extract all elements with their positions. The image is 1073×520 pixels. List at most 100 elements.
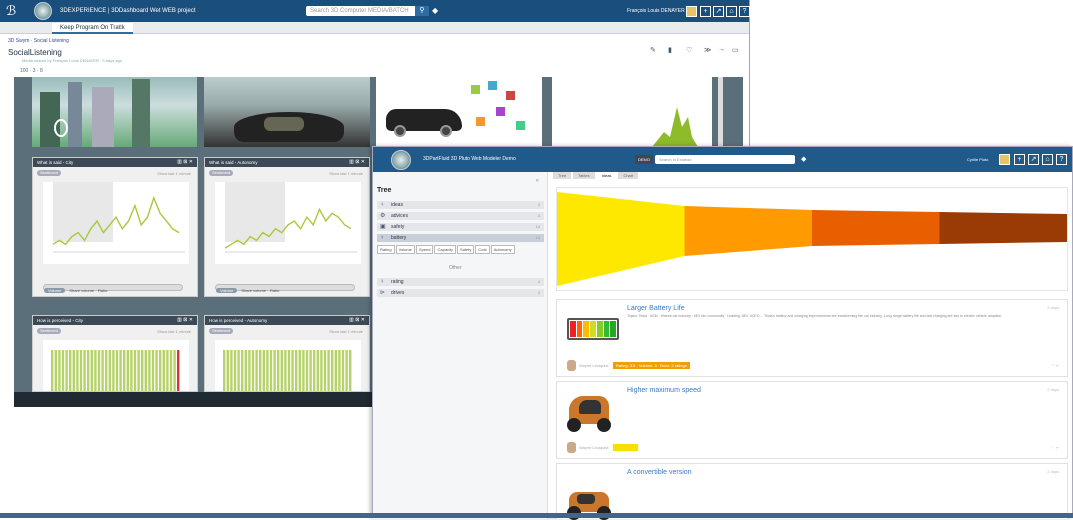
time-chip[interactable]: Show last 1 minute xyxy=(329,171,363,176)
tab-ideas[interactable]: Ideas xyxy=(596,172,617,179)
avatar[interactable] xyxy=(686,6,697,17)
chip-rating[interactable]: Rating xyxy=(377,245,395,254)
row-count: 4 xyxy=(537,290,540,295)
add-tab-button[interactable]: + xyxy=(118,23,122,30)
mini-actions[interactable]: 100 · 3 · 8 xyxy=(20,68,43,74)
breadcrumb[interactable]: 3D Swym · Social Listening xyxy=(8,38,69,44)
tree-row-rating[interactable]: ♀ rating 4 xyxy=(377,278,544,286)
card-tools-icon[interactable]: ▥ ⊠ ✕ xyxy=(349,316,365,325)
card-tools-icon[interactable]: ▥ ⊠ ✕ xyxy=(177,316,193,325)
comment-icon[interactable]: ▭ xyxy=(732,46,739,54)
idea-post[interactable]: Higher maximum speed 2 days Wayne Lindqu… xyxy=(556,381,1068,459)
bar-plot xyxy=(215,340,361,391)
share-icon[interactable]: → xyxy=(718,46,725,53)
compass-icon[interactable] xyxy=(34,2,52,20)
funnel-segment[interactable] xyxy=(812,210,940,246)
bookmark-icon[interactable]: ♡ xyxy=(686,46,692,54)
bar xyxy=(244,350,247,391)
row-label: ideas xyxy=(391,202,403,208)
sentiment-pill[interactable]: Sentiment xyxy=(209,170,234,176)
chip-safety[interactable]: Safety xyxy=(457,245,475,254)
tree-row-drives[interactable]: ⊳ drives 4 xyxy=(377,289,544,297)
compass-icon[interactable] xyxy=(391,150,411,170)
control-volume[interactable]: Volume xyxy=(44,288,66,293)
share-icon[interactable]: ↗ xyxy=(713,6,724,17)
edit-icon[interactable]: ✎ xyxy=(650,46,656,54)
bar xyxy=(331,350,334,391)
tab-tables[interactable]: Tables xyxy=(573,172,595,179)
author-name[interactable]: Wayne Lindquist xyxy=(579,445,608,450)
view-controls[interactable]: Volume Share volume Ratio xyxy=(215,284,355,293)
scrollbar[interactable] xyxy=(718,77,723,147)
tree-row-advices[interactable]: ⚙ advices 3 xyxy=(377,212,544,220)
share-icon[interactable]: ↗ xyxy=(1028,154,1039,165)
idea-post[interactable]: Larger Battery Life 2 days Topics: Tesla… xyxy=(556,299,1068,377)
chip-speed[interactable]: Speed xyxy=(415,245,434,254)
funnel-segment[interactable] xyxy=(939,212,1068,244)
card-tools-icon[interactable]: ▥ ⊠ ✕ xyxy=(349,158,365,167)
search-scope-badge[interactable]: DEMO xyxy=(635,155,653,164)
sentiment-pill[interactable]: Sentiment xyxy=(37,170,62,176)
tag-icon[interactable]: ◆ xyxy=(432,6,438,15)
control-ratio[interactable]: Ratio xyxy=(270,288,279,293)
tree-row-ideas[interactable]: ♀ ideas 4 xyxy=(377,201,544,209)
search-button[interactable]: ⚲ xyxy=(415,6,429,16)
post-title[interactable]: A convertible version xyxy=(627,469,692,476)
home-icon[interactable]: ⌂ xyxy=(1042,154,1053,165)
chip-autonomy[interactable]: Autonomy xyxy=(490,245,515,254)
funnel-segment[interactable] xyxy=(684,206,813,256)
author-avatar[interactable] xyxy=(567,360,576,371)
bar xyxy=(298,350,301,391)
sentiment-pill[interactable]: Sentiment xyxy=(37,328,62,334)
bar xyxy=(94,350,97,391)
time-chip[interactable]: Show last 1 minute xyxy=(157,329,191,334)
like-icon[interactable]: ♡ ↩ xyxy=(1051,445,1059,450)
search-input[interactable]: Search 3D Computer MEDIA/BATCH xyxy=(306,6,423,16)
add-icon[interactable]: + xyxy=(1014,154,1025,165)
delete-icon[interactable]: ▮ xyxy=(668,46,672,54)
author-avatar[interactable] xyxy=(567,442,576,453)
collapse-icon[interactable]: « xyxy=(536,178,539,184)
sentiment-pill[interactable]: Sentiment xyxy=(209,328,234,334)
bar xyxy=(284,350,287,391)
author-name[interactable]: Wayne Lindquist xyxy=(579,363,608,368)
home-icon[interactable]: ⌂ xyxy=(726,6,737,17)
chip-cost[interactable]: Cost xyxy=(475,245,490,254)
bar xyxy=(79,350,83,391)
front-search-input[interactable]: Search in Exalead xyxy=(655,155,795,164)
front-user-name[interactable]: Cyrille Pluto xyxy=(967,157,988,162)
user-name[interactable]: François Louis DENAYER xyxy=(627,8,685,14)
card-what-said-city: What is said - City ▥ ⊠ ✕ Sentiment Show … xyxy=(32,157,198,297)
post-title[interactable]: Larger Battery Life xyxy=(627,305,685,312)
tree-row-safety[interactable]: ▣ safety 14 xyxy=(377,223,544,231)
view-controls[interactable]: Volume Share volume Ratio xyxy=(43,284,183,293)
time-chip[interactable]: Show last 1 minute xyxy=(157,171,191,176)
tag-icon[interactable]: ◆ xyxy=(801,155,806,163)
tab-tree[interactable]: Tree xyxy=(553,172,572,179)
add-icon[interactable]: + xyxy=(700,6,711,17)
tree-row-battery[interactable]: ♀ battery 14 xyxy=(377,234,544,242)
bar xyxy=(130,350,133,391)
help-icon[interactable]: ? xyxy=(1056,154,1067,165)
bar xyxy=(269,350,273,391)
idea-post[interactable]: A convertible version 2 days xyxy=(556,463,1068,520)
tab-bar: Keep Program On Track + xyxy=(0,22,749,34)
card-tools-icon[interactable]: ▥ ⊠ ✕ xyxy=(177,158,193,167)
control-volume[interactable]: Volume xyxy=(216,288,238,293)
forward-icon[interactable]: ≫ xyxy=(704,46,711,54)
control-ratio[interactable]: Ratio xyxy=(98,288,107,293)
ds-logo-icon[interactable]: ℬ xyxy=(6,3,26,19)
control-share[interactable]: Share volume xyxy=(69,288,94,293)
plot-area xyxy=(215,182,361,264)
tab-chart[interactable]: Chart xyxy=(618,172,639,179)
post-title[interactable]: Higher maximum speed xyxy=(627,387,701,394)
help-icon[interactable]: ? xyxy=(739,6,750,17)
like-icon[interactable]: ♡ ↩ xyxy=(1051,363,1059,368)
avatar[interactable] xyxy=(999,154,1010,165)
time-chip[interactable]: Show last 1 minute xyxy=(329,329,363,334)
bar xyxy=(87,350,90,391)
chip-capacity[interactable]: Capacity xyxy=(434,245,457,254)
chip-volume[interactable]: Volume xyxy=(395,245,415,254)
control-share[interactable]: Share volume xyxy=(241,288,266,293)
funnel-segment[interactable] xyxy=(557,192,685,286)
